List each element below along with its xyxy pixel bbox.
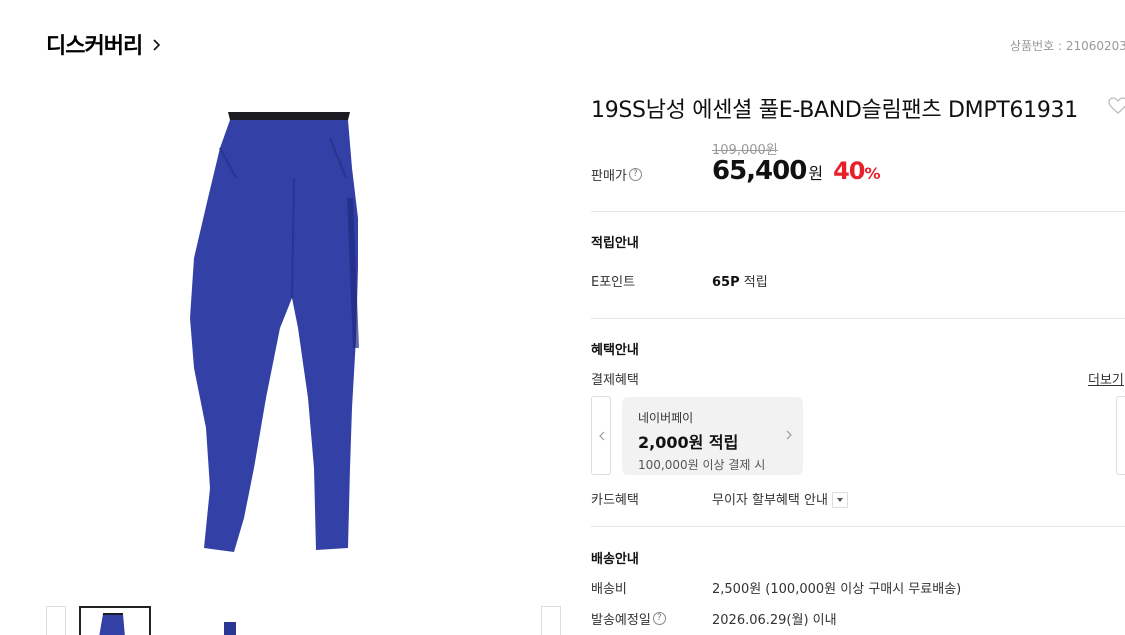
benefits-section-title: 혜택안내	[591, 343, 639, 358]
product-title: 19SS남성 에센셜 풀E-BAND슬림팬츠 DMPT61931	[591, 98, 1078, 123]
price-label-text: 판매가	[591, 169, 627, 184]
benefit-condition: 100,000원 이상 결제 시	[638, 458, 766, 472]
benefit-prev-button[interactable]	[591, 396, 611, 475]
card-benefit-text: 무이자 할부혜택 안내	[712, 493, 828, 508]
benefit-next-button[interactable]	[1116, 396, 1125, 475]
divider	[591, 318, 1125, 319]
thumbnail-2[interactable]	[164, 606, 236, 635]
sale-price: 65,400	[712, 156, 807, 186]
price-label: 판매가 ?	[591, 165, 642, 184]
card-benefit-value[interactable]: 무이자 할부혜택 안내	[712, 489, 848, 509]
thumbnail-next-button[interactable]	[541, 606, 561, 635]
card-benefit-label: 카드혜택	[591, 493, 639, 508]
thumbnail-1[interactable]	[79, 606, 151, 635]
help-icon[interactable]: ?	[652, 612, 666, 625]
chevron-left-icon	[599, 431, 605, 441]
payment-benefit-label: 결제혜택	[591, 373, 639, 388]
percent-sign: %	[864, 164, 880, 183]
delivery-section-title: 배송안내	[591, 552, 639, 567]
ship-date-value: 2026.06.29(월) 이내	[712, 613, 837, 628]
thumbnail-prev-button[interactable]	[46, 606, 66, 635]
discount-value: 40	[833, 157, 865, 185]
points-amount: 65P	[712, 275, 740, 290]
currency-unit: 원	[808, 164, 824, 183]
benefit-provider: 네이버페이	[638, 411, 694, 425]
points-label: E포인트	[591, 275, 636, 290]
delivery-fee-label: 배송비	[591, 582, 627, 597]
points-value: 65P 적립	[712, 271, 768, 290]
thumbnail-strip	[46, 606, 566, 635]
benefit-amount: 2,000원 적립	[638, 433, 739, 452]
divider	[591, 526, 1125, 527]
brand-link[interactable]: 디스커버리	[46, 28, 164, 60]
more-link[interactable]: 더보기	[1088, 369, 1124, 388]
points-suffix: 적립	[739, 275, 768, 290]
ship-date-label: 발송예정일 ?	[591, 609, 666, 628]
chevron-right-icon	[150, 37, 164, 51]
divider	[591, 211, 1125, 212]
chevron-right-icon	[786, 430, 792, 440]
help-icon[interactable]: ?	[628, 168, 642, 181]
product-number: 상품번호 : 21060203	[1010, 39, 1125, 53]
product-main-image[interactable]	[180, 108, 380, 556]
heart-icon[interactable]	[1108, 97, 1125, 115]
ship-date-label-text: 발송예정일	[591, 613, 651, 628]
discount-rate: 40%	[833, 157, 880, 185]
points-section-title: 적립안내	[591, 236, 639, 251]
chevron-down-icon[interactable]	[831, 491, 848, 508]
sale-price-row: 65,400 원 40%	[712, 156, 881, 186]
naverpay-benefit-card[interactable]: 네이버페이 2,000원 적립 100,000원 이상 결제 시	[622, 397, 803, 475]
brand-name: 디스커버리	[46, 34, 143, 59]
delivery-fee-value: 2,500원 (100,000원 이상 구매시 무료배송)	[712, 582, 962, 597]
